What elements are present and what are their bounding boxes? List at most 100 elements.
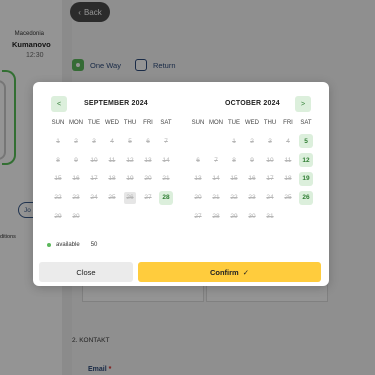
day-unavailable: 4: [103, 132, 121, 151]
close-label: Close: [76, 267, 96, 277]
weekday-label: SAT: [300, 120, 312, 126]
day-unavailable: 6: [139, 132, 157, 151]
day-unavailable: 16: [243, 170, 261, 189]
weekday-header: SUN MON TUE WED THU FRI SAT: [189, 120, 315, 126]
day-unavailable: 23: [67, 188, 85, 207]
day-number: 5: [299, 134, 313, 149]
day-number: 8: [56, 156, 60, 164]
day-unavailable: 25: [103, 188, 121, 207]
prev-month-button[interactable]: <: [51, 96, 67, 112]
weekday-label: WED: [245, 120, 259, 126]
day-unavailable: 18: [279, 170, 297, 189]
day-number: 21: [162, 175, 170, 183]
day-unavailable: 6: [189, 151, 207, 170]
day-available[interactable]: 26: [297, 188, 315, 207]
day-number: 25: [108, 194, 116, 202]
check-icon: ✓: [242, 267, 250, 277]
close-button[interactable]: Close: [39, 262, 133, 282]
empty-day: [189, 132, 207, 151]
day-number: 23: [248, 194, 256, 202]
day-number: 11: [108, 156, 116, 164]
weekday-header: SUN MON TUE WED THU FRI SAT: [49, 120, 175, 126]
day-unavailable: 19: [121, 170, 139, 189]
day-unavailable: 11: [103, 151, 121, 170]
day-number: 21: [212, 194, 220, 202]
day-number: 12: [299, 153, 313, 168]
calendar-left: SUN MON TUE WED THU FRI SAT 1 2 3 4 5 6 7 8 9 10 11 12 13 1…: [49, 120, 175, 226]
day-number: 24: [90, 194, 98, 202]
day-number: 9: [250, 156, 254, 164]
left-month-title: SEPTEMBER 2024: [84, 100, 148, 107]
weekday-label: MON: [209, 120, 223, 126]
day-available[interactable]: 5: [297, 132, 315, 151]
weekday-label: FRI: [143, 120, 153, 126]
day-unavailable: 7: [157, 132, 175, 151]
confirm-button[interactable]: Confirm ✓: [138, 262, 321, 282]
legend-count: 50: [90, 242, 98, 248]
day-number: 4: [110, 137, 114, 145]
weekday-label: SAT: [160, 120, 172, 126]
day-unavailable: 9: [67, 151, 85, 170]
day-available[interactable]: 12: [297, 151, 315, 170]
empty-day: [207, 132, 225, 151]
weekday-label: SUN: [51, 120, 65, 126]
day-unavailable: 25: [279, 188, 297, 207]
day-unavailable: 13: [189, 170, 207, 189]
confirm-label: Confirm: [209, 267, 239, 277]
day-unavailable: 15: [49, 170, 67, 189]
day-number: 29: [54, 213, 62, 221]
day-number: 8: [232, 156, 236, 164]
calendar-grid: 1 2 3 4 5 6 7 8 9 10 11 12 13 14 15 16 17 18 19 20 21 22 23 24 2…: [189, 132, 315, 226]
day-unavailable: 10: [85, 151, 103, 170]
day-number: 13: [144, 156, 152, 164]
day-unavailable: 9: [243, 151, 261, 170]
weekday-label: MON: [69, 120, 83, 126]
day-number: 9: [74, 156, 78, 164]
day-number: 4: [286, 137, 290, 145]
day-unavailable: 31: [261, 207, 279, 226]
datepicker-modal: < SEPTEMBER 2024 OCTOBER 2024 > SUN MON TU…: [33, 82, 329, 286]
day-number: 15: [54, 175, 62, 183]
day-unavailable: 29: [225, 207, 243, 226]
day-number: 14: [212, 175, 220, 183]
day-number: 10: [266, 156, 274, 164]
right-month-title: OCTOBER 2024: [225, 100, 280, 107]
day-number: 22: [54, 194, 62, 202]
day-unavailable: 20: [139, 170, 157, 189]
day-number: 11: [284, 156, 292, 164]
day-number: 13: [194, 175, 202, 183]
day-unavailable: 22: [49, 188, 67, 207]
day-unavailable: 30: [243, 207, 261, 226]
availability-legend: available 50: [47, 242, 97, 248]
day-unavailable: 15: [225, 170, 243, 189]
day-number: 3: [268, 137, 272, 145]
day-number: 6: [146, 137, 150, 145]
day-number: 31: [266, 213, 274, 221]
day-unavailable: 3: [85, 132, 103, 151]
day-unavailable: 16: [67, 170, 85, 189]
day-unavailable: 28: [207, 207, 225, 226]
day-number: 28: [159, 190, 173, 205]
day-unavailable: 8: [49, 151, 67, 170]
day-unavailable: 30: [67, 207, 85, 226]
day-available[interactable]: 19: [297, 170, 315, 189]
day-unavailable: 4: [279, 132, 297, 151]
day-number: 19: [299, 171, 313, 186]
day-available[interactable]: 28: [157, 188, 175, 207]
day-unavailable: 8: [225, 151, 243, 170]
legend-label: available: [56, 242, 80, 248]
day-number: 20: [144, 175, 152, 183]
day-number: 30: [72, 213, 80, 221]
day-number: 15: [230, 175, 238, 183]
weekday-label: THU: [263, 120, 277, 126]
day-unavailable: 27: [139, 188, 157, 207]
next-month-button[interactable]: >: [295, 96, 311, 112]
day-unavailable: 14: [157, 151, 175, 170]
day-unavailable: 17: [261, 170, 279, 189]
day-unavailable: 11: [279, 151, 297, 170]
day-number: 3: [92, 137, 96, 145]
day-unavailable: 17: [85, 170, 103, 189]
day-unavailable: 27: [189, 207, 207, 226]
day-unavailable: 18: [103, 170, 121, 189]
day-number: 17: [266, 175, 274, 183]
